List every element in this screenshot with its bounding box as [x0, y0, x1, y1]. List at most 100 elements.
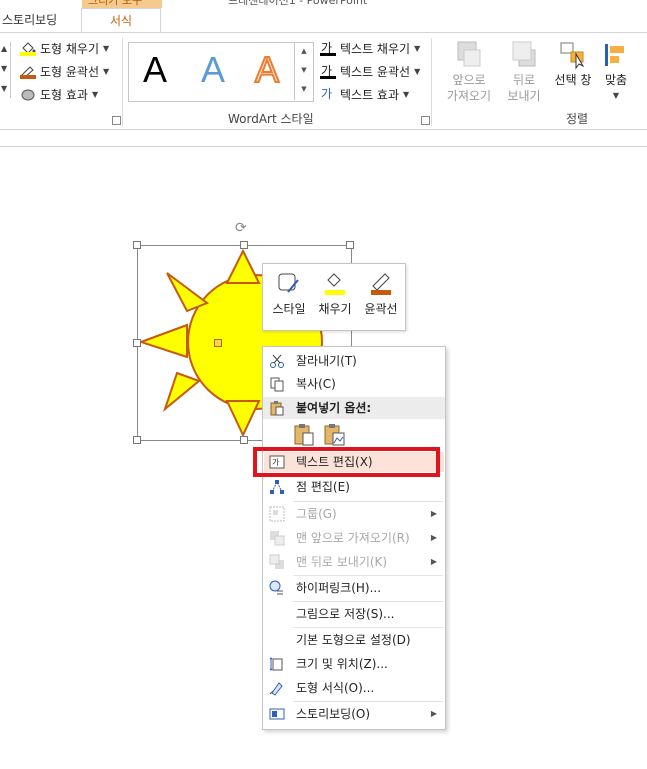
shape-fill-button[interactable]: 도형 채우기 ▼ — [20, 40, 109, 57]
menu-separator — [293, 601, 443, 602]
shape-effects-button[interactable]: 도형 효과 ▼ — [20, 86, 98, 103]
text-fill-icon: 가 — [320, 41, 336, 56]
shape-styles-gallery-edge[interactable]: ▲ ▼ ▼ — [0, 42, 11, 98]
resize-handle[interactable] — [240, 241, 248, 249]
text-effects-icon: 가 — [321, 86, 333, 101]
menu-item-set-default-shape[interactable]: 기본 도형으로 설정(D) — [263, 629, 445, 651]
window-title: 프레젠테이션1 - PowerPoint — [228, 0, 368, 7]
scissors-icon — [269, 353, 285, 369]
send-backward-label-1: 뒤로 — [512, 73, 536, 87]
text-fill-label: 텍스트 채우기 — [340, 42, 411, 56]
paste-picture-button[interactable] — [323, 423, 347, 450]
dialog-launcher-icon[interactable] — [112, 116, 121, 125]
tab-storyboarding[interactable]: 스토리보딩 — [2, 8, 57, 32]
resize-handle[interactable] — [240, 436, 248, 444]
send-back-icon — [269, 554, 285, 570]
menu-item-paste-options: 붙여넣기 옵션: — [263, 397, 445, 419]
dialog-launcher-icon[interactable] — [421, 116, 430, 125]
chevron-down-icon: ▼ — [403, 90, 410, 99]
paint-bucket-icon — [20, 41, 36, 56]
chevron-right-icon: ▶ — [430, 709, 437, 718]
wordart-style-blue[interactable]: A — [201, 49, 225, 91]
menu-item-group[interactable]: 그룹(G) ▶ — [263, 503, 445, 525]
chevron-down-icon: ▼ — [91, 90, 99, 99]
wordart-gallery[interactable]: A A A — [128, 42, 314, 102]
rotate-handle-icon[interactable]: ⟳ — [235, 220, 247, 236]
menu-item-send-to-back[interactable]: 맨 뒤로 보내기(K) ▶ — [263, 551, 445, 573]
chevron-right-icon: ▶ — [430, 509, 437, 518]
menu-item-hyperlink[interactable]: 하이퍼링크(H)... — [263, 577, 445, 599]
mini-outline-label: 윤곽선 — [364, 302, 398, 316]
send-backward-label-2: 보내기 — [507, 89, 541, 103]
menu-separator — [293, 701, 443, 702]
menu-item-bring-to-front[interactable]: 맨 앞으로 가져오기(R) ▶ — [263, 527, 445, 549]
menu-item-storyboarding[interactable]: 스토리보딩(O) ▶ — [263, 703, 445, 725]
menu-separator — [293, 575, 443, 576]
mini-style-label: 스타일 — [272, 302, 306, 316]
align-icon — [605, 44, 624, 66]
text-outline-icon: 가 — [320, 64, 336, 79]
chevron-down-icon: ▼ — [414, 67, 421, 76]
wordart-style-black[interactable]: A — [143, 49, 167, 91]
text-effects-label: 텍스트 효과 — [340, 88, 400, 102]
send-backward-button[interactable]: 뒤로 보내기 — [500, 40, 548, 104]
send-backward-icon — [512, 41, 536, 67]
shape-effects-label: 도형 효과 — [40, 88, 88, 102]
tab-format[interactable]: 서식 — [81, 8, 161, 34]
selection-pane-icon — [560, 42, 585, 70]
chevron-down-icon: ▼ — [414, 44, 421, 53]
style-icon — [278, 273, 299, 293]
pen-icon — [371, 273, 391, 295]
chevron-down-icon: ▼ — [103, 44, 110, 53]
selection-pane-label: 선택 창 — [554, 73, 592, 87]
group-separator — [122, 38, 123, 126]
arrange-group-label: 정렬 — [566, 112, 589, 126]
context-menu: 잘라내기(T) 복사(C) 붙여넣기 옵션: 가 텍스트 편집(X) 점 편집(… — [262, 346, 446, 730]
mini-fill-button[interactable]: 채우기 — [313, 270, 357, 317]
edit-points-icon — [269, 479, 285, 495]
adjust-handle[interactable] — [214, 339, 222, 347]
contextual-tab-group-label: 그리기 도구 — [88, 0, 143, 7]
chevron-right-icon: ▶ — [430, 533, 437, 542]
menu-item-edit-points[interactable]: 점 편집(E) — [263, 476, 445, 498]
chevron-up-icon[interactable]: ▲ — [295, 42, 313, 61]
resize-handle[interactable] — [133, 339, 141, 347]
wordart-style-orange[interactable]: A — [254, 48, 280, 91]
wordart-gallery-scroll[interactable]: ▲ ▼ ▼ — [294, 42, 313, 100]
menu-item-cut[interactable]: 잘라내기(T) — [263, 350, 445, 372]
paste-keep-source-button[interactable] — [293, 423, 317, 450]
align-label: 맞춤 — [604, 73, 628, 87]
menu-separator — [293, 627, 443, 628]
paste-picture-icon — [324, 424, 345, 446]
align-button[interactable]: 맞춤 ▼ — [596, 40, 636, 104]
selection-pane-button[interactable]: 선택 창 — [550, 40, 596, 88]
mini-outline-button[interactable]: 윤곽선 — [359, 270, 403, 317]
text-effects-button[interactable]: 가 텍스트 효과 ▼ — [320, 86, 409, 103]
text-fill-button[interactable]: 가 텍스트 채우기 ▼ — [320, 40, 420, 57]
menu-item-save-as-picture[interactable]: 그림으로 저장(S)... — [263, 603, 445, 625]
more-icon[interactable]: ▼ — [295, 80, 313, 99]
mini-toolbar: 스타일 채우기 윤곽선 — [262, 263, 406, 331]
resize-handle[interactable] — [133, 241, 141, 249]
text-outline-button[interactable]: 가 텍스트 윤곽선 ▼ — [320, 63, 420, 80]
group-icon — [269, 506, 285, 522]
bring-forward-icon — [457, 41, 481, 67]
mini-fill-label: 채우기 — [318, 302, 352, 316]
paste-keep-source-icon — [294, 424, 314, 446]
resize-handle[interactable] — [346, 241, 354, 249]
shape-outline-button[interactable]: 도형 윤곽선 ▼ — [20, 63, 109, 80]
highlight-box — [253, 447, 440, 477]
bring-forward-label-2: 가져오기 — [446, 89, 492, 103]
resize-handle[interactable] — [133, 436, 141, 444]
bring-front-icon — [269, 530, 285, 546]
size-position-icon — [269, 656, 285, 672]
bring-forward-button[interactable]: 앞으로 가져오기 — [438, 40, 500, 104]
paste-icon — [269, 400, 285, 416]
menu-item-size-position[interactable]: 크기 및 위치(Z)... — [263, 653, 445, 675]
chevron-down-icon[interactable]: ▼ — [295, 61, 313, 80]
mini-style-button[interactable]: 스타일 — [269, 270, 309, 317]
menu-item-copy[interactable]: 복사(C) — [263, 373, 445, 395]
pen-icon — [20, 65, 36, 79]
menu-item-format-shape[interactable]: 도형 서식(O)... — [263, 677, 445, 699]
storyboard-icon — [269, 706, 285, 722]
